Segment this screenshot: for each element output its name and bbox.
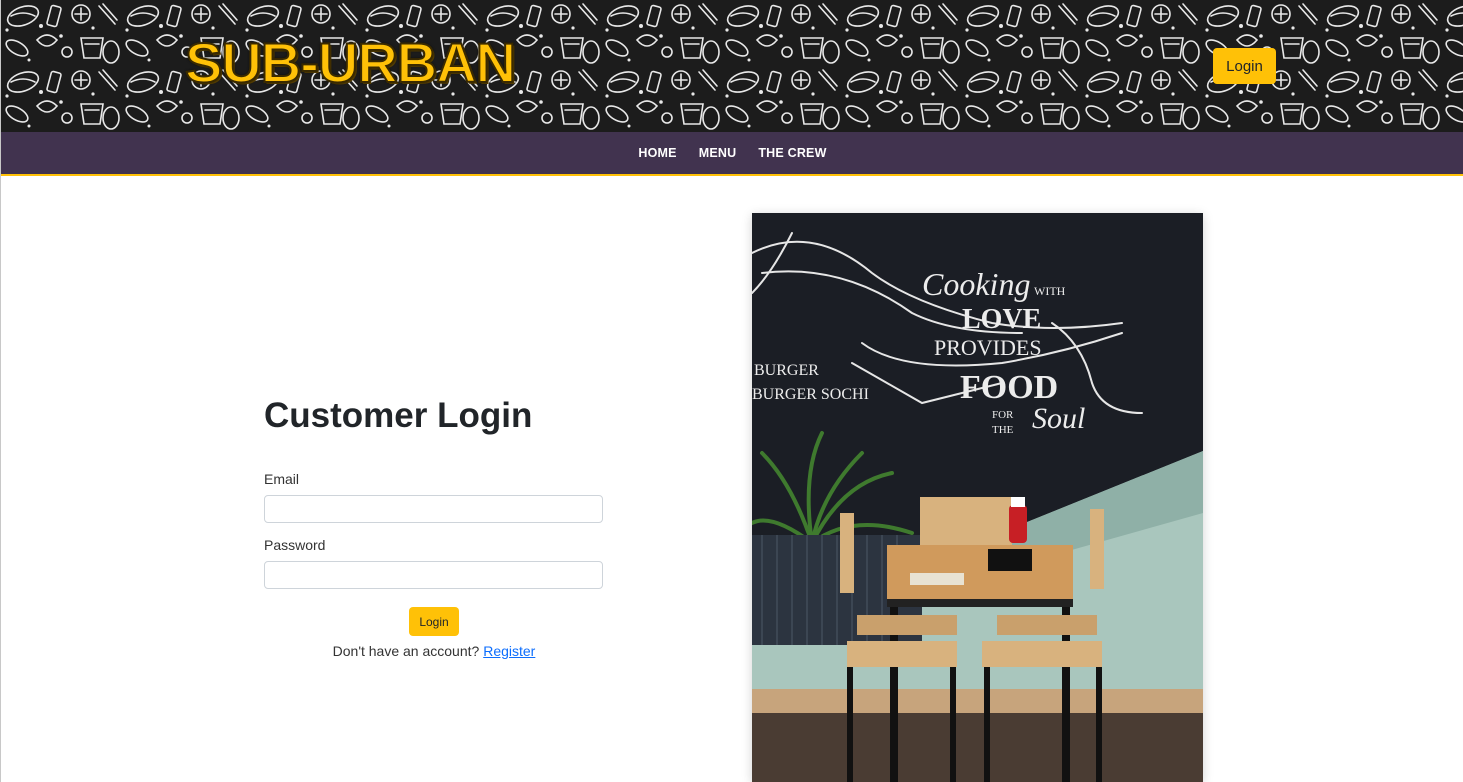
login-title: Customer Login [264, 396, 533, 435]
mural-text-provides: PROVIDES [934, 335, 1042, 360]
login-submit-button[interactable]: Login [409, 607, 459, 636]
main-nav: HOME MENU THE CREW [1, 132, 1463, 176]
mural-text-burger-sochi: BURGER SOCHI [752, 386, 869, 403]
mural-text-soul: Soul [1032, 402, 1085, 435]
nav-item-menu[interactable]: MENU [688, 146, 748, 160]
mural-text-with: WITH [1034, 284, 1066, 298]
mural-text-cooking: Cooking [922, 266, 1030, 302]
mural-text-love: LOVE [962, 304, 1041, 335]
restaurant-photo: Cooking WITH LOVE PROVIDES FOOD FOR THE … [752, 213, 1203, 782]
header-login-button[interactable]: Login [1213, 48, 1276, 84]
password-label: Password [264, 537, 326, 553]
mural-text-food: FOOD [960, 369, 1058, 406]
mural-text-the: THE [992, 424, 1014, 436]
email-field[interactable] [264, 495, 603, 523]
login-form: Customer Login Email Password Login Don'… [264, 395, 604, 659]
mural-text-burger: BURGER [754, 362, 819, 379]
brand-logo[interactable]: SUB-URBAN [184, 30, 517, 95]
restaurant-photo-illustration: Cooking WITH LOVE PROVIDES FOOD FOR THE … [752, 213, 1203, 782]
submit-wrap: Login [264, 607, 604, 636]
nav-item-home[interactable]: HOME [627, 146, 687, 160]
register-link[interactable]: Register [483, 643, 535, 659]
register-line: Don't have an account? Register [264, 643, 604, 659]
mural-text-for: FOR [992, 409, 1014, 421]
nav-item-the-crew[interactable]: THE CREW [747, 146, 837, 160]
email-label: Email [264, 471, 300, 487]
register-prompt: Don't have an account? [332, 643, 480, 659]
site-header: SUB-URBAN Login [1, 0, 1463, 132]
password-field[interactable] [264, 561, 603, 589]
